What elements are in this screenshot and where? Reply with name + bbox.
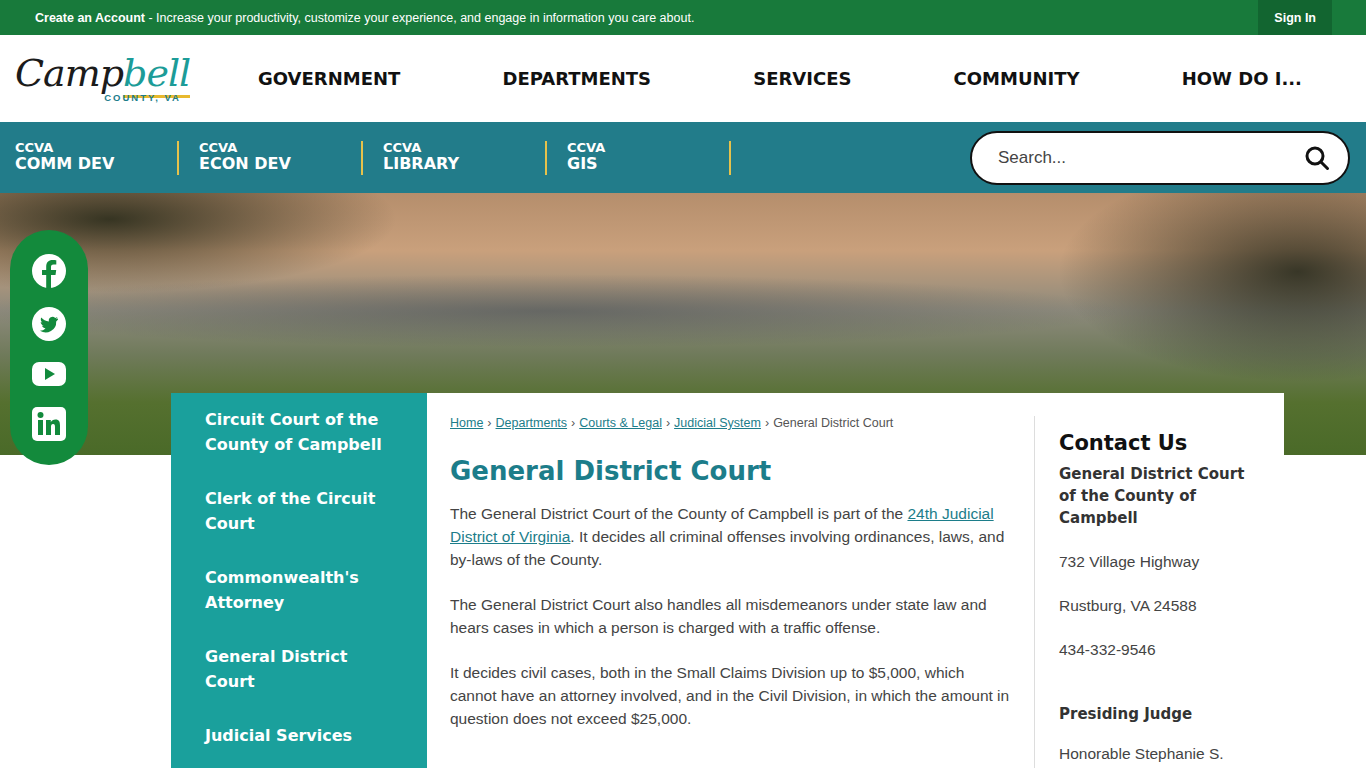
quick-link-label: GIS [567, 155, 729, 173]
judge-name: Honorable Stephanie S. [1059, 743, 1264, 765]
facebook-icon[interactable] [31, 253, 67, 289]
quick-link[interactable]: CCVAECON DEV [199, 141, 363, 175]
header: CampbellCOUNTY, VA GOVERNMENT DEPARTMENTS S… [0, 35, 1366, 122]
nav-item[interactable]: COMMUNITY [954, 68, 1080, 89]
breadcrumb-separator: › [571, 416, 575, 430]
paragraph: The General District Court also handles … [450, 593, 1010, 639]
breadcrumb: Home›Departments›Courts & Legal›Judicial… [450, 416, 1010, 430]
social-bar [10, 230, 88, 465]
breadcrumb-separator: › [487, 416, 491, 430]
breadcrumb-link[interactable]: Courts & Legal [579, 416, 662, 430]
sidebar-item[interactable]: Commonwealth's Attorney [171, 565, 427, 644]
contact-organization: General District Court of the County of … [1059, 463, 1264, 529]
main-nav: GOVERNMENT DEPARTMENTS SERVICES COMMUNITY HO… [258, 68, 1366, 89]
sidebar-item[interactable]: Judicial Services [171, 723, 427, 768]
youtube-icon[interactable] [31, 359, 67, 389]
quick-link-label: ECON DEV [199, 155, 361, 173]
page-title: General District Court [450, 456, 1010, 486]
quick-link[interactable]: CCVAGIS [567, 141, 731, 175]
breadcrumb-separator: › [666, 416, 670, 430]
quick-link-label: LIBRARY [383, 155, 545, 173]
sidebar-item[interactable]: General District Court [171, 644, 427, 723]
sidebar-item[interactable]: Circuit Court of the County of Campbell [171, 407, 427, 486]
content-area: Circuit Court of the County of CampbellC… [171, 393, 1284, 768]
paragraph-text: The General District Court of the County… [450, 505, 907, 522]
account-banner: Create an Account - Increase your produc… [0, 11, 1258, 25]
contact-heading: Contact Us [1059, 431, 1264, 455]
logo[interactable]: CampbellCOUNTY, VA [15, 54, 193, 103]
twitter-icon[interactable] [31, 306, 67, 342]
contact-line: Rustburg, VA 24588 [1059, 595, 1264, 617]
logo-subtitle: COUNTY, VA [104, 92, 181, 103]
breadcrumb-separator: › [765, 416, 769, 430]
top-bar: Create an Account - Increase your produc… [0, 0, 1366, 35]
nav-item[interactable]: GOVERNMENT [258, 68, 400, 89]
sidebar: Circuit Court of the County of CampbellC… [171, 393, 427, 768]
quick-link[interactable]: CCVALIBRARY [383, 141, 547, 175]
quick-link-prefix: CCVA [383, 141, 545, 155]
account-message: - Increase your productivity, customize … [145, 11, 694, 25]
quick-link-label: COMM DEV [15, 155, 177, 173]
quick-link-prefix: CCVA [15, 141, 177, 155]
quick-links-bar: CCVACOMM DEVCCVAECON DEVCCVALIBRARYCCVAG… [0, 122, 1366, 193]
contact-panel: Contact Us General District Court of the … [1035, 393, 1284, 768]
contact-line: 434-332-9546 [1059, 639, 1264, 661]
magnifier-icon[interactable] [1304, 145, 1330, 171]
search-placeholder: Search... [998, 148, 1304, 168]
create-account-link[interactable]: Create an Account [35, 11, 145, 25]
quick-link-prefix: CCVA [567, 141, 729, 155]
breadcrumb-current: General District Court [773, 416, 893, 430]
contact-line: 732 Village Highway [1059, 551, 1264, 573]
search-field[interactable]: Search... [970, 131, 1350, 185]
paragraph-text: The General District Court also handles … [450, 596, 987, 636]
paragraph: The General District Court of the County… [450, 502, 1010, 571]
paragraph-text: It decides civil cases, both in the Smal… [450, 664, 1009, 727]
paragraph: It decides civil cases, both in the Smal… [450, 661, 1010, 730]
page: Create an Account - Increase your produc… [0, 0, 1366, 768]
linkedin-icon[interactable] [31, 406, 67, 442]
nav-item[interactable]: HOW DO I... [1182, 68, 1302, 89]
nav-item[interactable]: DEPARTMENTS [502, 68, 651, 89]
breadcrumb-link[interactable]: Home [450, 416, 483, 430]
main-column: Home›Departments›Courts & Legal›Judicial… [427, 416, 1035, 768]
quick-link[interactable]: CCVACOMM DEV [15, 141, 179, 175]
sign-in-button[interactable]: Sign In [1258, 0, 1332, 35]
sidebar-item[interactable]: Clerk of the Circuit Court [171, 486, 427, 565]
breadcrumb-link[interactable]: Judicial System [674, 416, 761, 430]
quick-link-prefix: CCVA [199, 141, 361, 155]
judge-heading: Presiding Judge [1059, 705, 1264, 723]
breadcrumb-link[interactable]: Departments [496, 416, 568, 430]
logo-name: Campbell [15, 54, 193, 92]
nav-item[interactable]: SERVICES [753, 68, 851, 89]
